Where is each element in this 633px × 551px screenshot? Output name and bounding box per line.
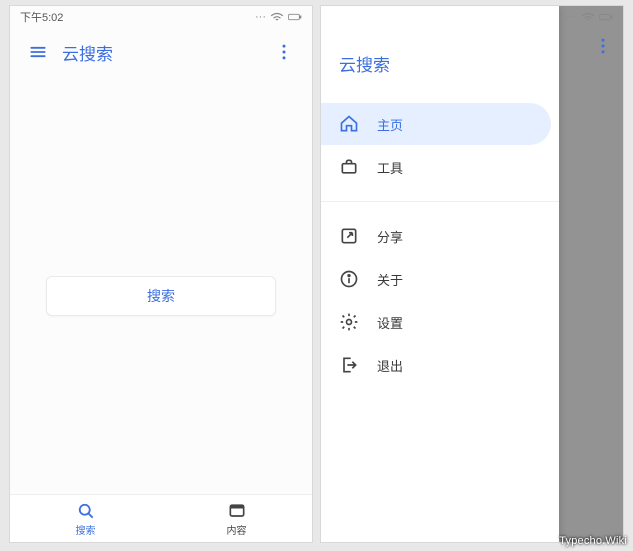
wifi-icon: [581, 12, 595, 22]
overflow-button[interactable]: [264, 32, 304, 72]
bottom-nav-search[interactable]: 搜索: [10, 495, 161, 542]
search-icon: [76, 501, 96, 521]
status-system-icons: ···: [255, 11, 302, 23]
bottom-nav-content[interactable]: 内容: [161, 495, 312, 542]
drawer-item-settings[interactable]: 设置: [321, 301, 551, 343]
drawer-item-share[interactable]: 分享: [321, 215, 551, 257]
overflow-button-bg: [593, 36, 613, 61]
drawer-list-primary: 主页 工具: [321, 98, 559, 193]
bottom-nav-label: 内容: [227, 522, 247, 537]
more-vertical-icon: [593, 36, 613, 56]
drawer-item-label: 主页: [377, 115, 403, 134]
drawer-item-label: 工具: [377, 158, 403, 177]
drawer-divider: [321, 201, 559, 202]
bottom-nav-label: 搜索: [76, 522, 96, 537]
phone-screenshot-left: 下午5:02 ··· 云搜索 搜索 搜索 内容: [9, 5, 313, 543]
drawer-item-label: 关于: [377, 270, 403, 289]
toolbox-icon: [339, 157, 359, 177]
drawer-list-secondary: 分享 关于 设置 退出: [321, 210, 559, 391]
home-icon: [339, 114, 359, 134]
drawer-item-label: 分享: [377, 227, 403, 246]
drawer-item-label: 退出: [377, 356, 403, 375]
main-content: 搜索: [10, 76, 312, 494]
drawer-item-home[interactable]: 主页: [321, 103, 551, 145]
app-bar: 云搜索: [10, 28, 312, 76]
drawer-title: 云搜索: [321, 28, 559, 98]
phone-screenshot-right: 下午5:02 ··· 云搜索 主页 工具: [320, 5, 624, 543]
menu-button[interactable]: [18, 32, 58, 72]
share-icon: [339, 226, 359, 246]
battery-icon: [288, 12, 302, 22]
status-bar: 下午5:02 ···: [10, 6, 312, 28]
more-vertical-icon: [274, 42, 294, 62]
drawer-item-about[interactable]: 关于: [321, 258, 551, 300]
content-icon: [227, 501, 247, 521]
search-button[interactable]: 搜索: [46, 276, 276, 316]
nav-drawer: 云搜索 主页 工具 分享 关于 设置: [321, 6, 559, 542]
wifi-icon: [270, 12, 284, 22]
watermark: Typecho.Wiki: [559, 535, 627, 547]
exit-icon: [339, 355, 359, 375]
drawer-item-exit[interactable]: 退出: [321, 344, 551, 386]
status-system-icons: ···: [566, 11, 613, 23]
drawer-item-tools[interactable]: 工具: [321, 146, 551, 188]
search-button-label: 搜索: [147, 286, 175, 306]
drawer-item-label: 设置: [377, 313, 403, 332]
battery-icon: [599, 12, 613, 22]
bottom-nav: 搜索 内容: [10, 494, 312, 542]
info-icon: [339, 269, 359, 289]
gear-icon: [339, 312, 359, 332]
app-title: 云搜索: [62, 40, 113, 65]
status-time: 下午5:02: [20, 9, 63, 25]
hamburger-icon: [28, 42, 48, 62]
